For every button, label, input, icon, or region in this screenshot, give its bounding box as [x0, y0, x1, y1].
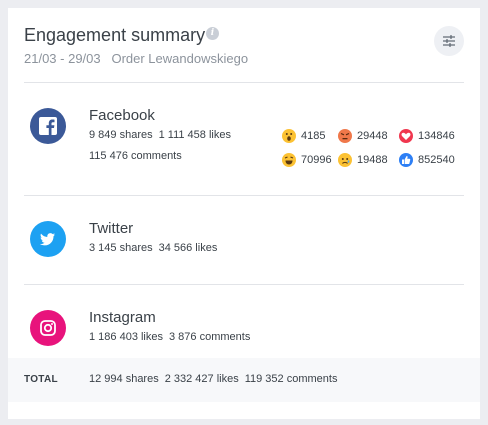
total-likes: 2 332 427 likes [164, 373, 239, 385]
divider [24, 82, 464, 83]
reaction-love: 134846 [399, 129, 455, 143]
platform-stats: 9 849 shares 1 111 458 likes [89, 129, 231, 141]
card-title: Engagement summary [24, 25, 206, 45]
date-range: 21/03 - 29/03 [24, 51, 101, 66]
total-comments: 119 352 comments [244, 373, 338, 385]
comments-count: 3 876 comments [169, 331, 251, 343]
shares-count: 9 849 shares [89, 129, 153, 141]
angry-reaction-icon [338, 129, 352, 143]
reaction-angry: 29448 [338, 129, 388, 143]
settings-button[interactable] [434, 26, 464, 56]
shares-count: 3 145 shares [89, 242, 153, 254]
love-reaction-icon [399, 129, 413, 143]
wow-reaction-icon [282, 129, 296, 143]
info-icon[interactable]: i [206, 27, 219, 40]
likes-count: 34 566 likes [158, 242, 218, 254]
instagram-icon [30, 310, 66, 346]
reaction-wow: 4185 [282, 129, 325, 143]
reaction-haha: 70996 [282, 153, 332, 167]
comments-count: 115 476 comments [89, 150, 182, 162]
platform-name: Facebook [89, 107, 155, 124]
divider [24, 284, 464, 285]
haha-reaction-icon [282, 153, 296, 167]
reaction-sad: 19488 [338, 153, 388, 167]
total-row: TOTAL 12 994 shares 2 332 427 likes 119 35… [8, 358, 480, 402]
likes-count: 1 111 458 likes [158, 129, 231, 141]
total-shares: 12 994 shares [89, 373, 159, 385]
platform-stats: 3 145 shares 34 566 likes [89, 242, 217, 254]
platform-stats: 1 186 403 likes 3 876 comments [89, 331, 250, 343]
sliders-icon [443, 35, 455, 47]
engagement-summary-card: Engagement summary i 21/03 - 29/03 Order… [8, 8, 480, 419]
sad-reaction-icon [338, 153, 352, 167]
platform-name: Twitter [89, 220, 134, 237]
likes-count: 1 186 403 likes [89, 331, 163, 343]
account-name: Order Lewandowskiego [111, 51, 249, 66]
total-stats: 12 994 shares 2 332 427 likes 119 352 comm… [89, 373, 337, 385]
reaction-like: 852540 [399, 153, 455, 167]
twitter-icon [30, 221, 66, 257]
facebook-icon [30, 108, 66, 144]
card-subtitle: 21/03 - 29/03 Order Lewandowskiego [24, 51, 248, 66]
divider [24, 195, 464, 196]
platform-name: Instagram [89, 309, 156, 326]
like-reaction-icon [399, 153, 413, 167]
total-label: TOTAL [24, 374, 58, 385]
